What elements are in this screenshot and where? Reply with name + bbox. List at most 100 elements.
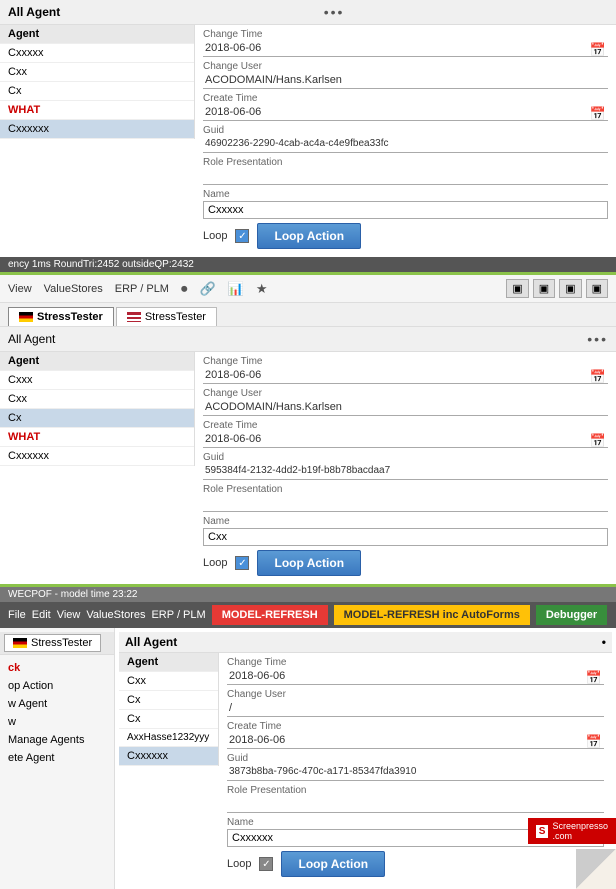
model-refresh-button[interactable]: MODEL-REFRESH [212, 605, 328, 625]
section2-all-agent-header: All Agent ••• [0, 327, 616, 352]
link-icon[interactable]: 🔗 [199, 281, 215, 297]
toolbar-right-icons: ▣ ▣ ▣ ▣ [506, 279, 608, 298]
section3-content: StressTester ck op Action w Agent w Mana… [0, 628, 616, 889]
debugger-button[interactable]: Debugger [536, 605, 607, 625]
excel-icon[interactable]: 📊 [228, 281, 244, 297]
table-row[interactable]: Cx [0, 409, 194, 428]
change-user-field: Change User / [227, 689, 604, 717]
menu-edit[interactable]: Edit [32, 609, 51, 621]
loop-checkbox[interactable]: ✓ [235, 229, 249, 243]
toolbar-icon-btn-1[interactable]: ▣ [506, 279, 528, 298]
table-row[interactable]: Cxx [0, 63, 194, 82]
flag-de-icon [19, 312, 33, 322]
change-time-field: Change Time 2018-06-06 📅 [227, 657, 604, 685]
section3-status-bar: WECPOF - model time 23:22 [0, 587, 616, 602]
table-row[interactable]: Cxxxxx [0, 44, 194, 63]
menu-file[interactable]: File [8, 609, 26, 621]
table-row[interactable]: Cxxxxxx [0, 447, 194, 466]
toolbar-icon-btn-4[interactable]: ▣ [586, 279, 608, 298]
section3-tab[interactable]: StressTester [4, 634, 101, 652]
sidebar-item-delete-agent[interactable]: ete Agent [0, 749, 114, 767]
section3-toolbar: File Edit View ValueStores ERP / PLM MOD… [0, 602, 616, 628]
guid-field: Guid 3873b8ba-796c-470c-a171-85347fda391… [227, 753, 604, 781]
section3-sidebar: StressTester ck op Action w Agent w Mana… [0, 628, 115, 889]
table-row[interactable]: WHAT [0, 101, 194, 120]
sidebar-item-ck[interactable]: ck [0, 659, 114, 677]
flag-de-icon [13, 638, 27, 648]
screenpresso-logo: S [536, 825, 549, 838]
toolbar-valuestores[interactable]: ValueStores [44, 283, 103, 295]
loop-action-button[interactable]: Loop Action [281, 851, 385, 877]
loop-row: Loop ✓ Loop Action [203, 223, 608, 249]
create-time-field: Create Time 2018-06-06 📅 [227, 721, 604, 749]
refresh-icon[interactable]: ⏺ [181, 281, 188, 297]
loop-action-button[interactable]: Loop Action [257, 223, 361, 249]
toolbar-erp-plm[interactable]: ERP / PLM [115, 283, 169, 295]
calendar-icon[interactable]: 📅 [590, 433, 606, 449]
section2-toolbar: View ValueStores ERP / PLM ⏺ 🔗 📊 ★ ▣ ▣ ▣… [0, 275, 616, 303]
loop-action-button[interactable]: Loop Action [257, 550, 361, 576]
flag-us-icon [127, 312, 141, 322]
page-curl [576, 849, 616, 889]
table-row[interactable]: Cxx [119, 672, 218, 691]
star-icon[interactable]: ★ [256, 281, 268, 297]
sidebar-item-new-agent[interactable]: w Agent [0, 695, 114, 713]
section1-header: All Agent ••• [0, 0, 616, 25]
table-row[interactable]: AxxHasse1232yyy [119, 729, 218, 747]
menu-view[interactable]: View [57, 609, 81, 621]
tab-stresstester-1[interactable]: StressTester [8, 307, 114, 326]
create-time-field: Create Time 2018-06-06 📅 [203, 420, 608, 448]
table-row[interactable]: WHAT [0, 428, 194, 447]
calendar-icon[interactable]: 📅 [590, 369, 606, 385]
sidebar-item-loop-action[interactable]: op Action [0, 677, 114, 695]
table-row[interactable]: Cx [0, 82, 194, 101]
role-presentation-field: Role Presentation [203, 484, 608, 512]
toolbar-icon-btn-2[interactable]: ▣ [533, 279, 555, 298]
guid-field: Guid 46902236-2290-4cab-ac4a-c4e9fbea33f… [203, 125, 608, 153]
sidebar-item-w[interactable]: w [0, 713, 114, 731]
table-row[interactable]: Cxxxxxx [119, 747, 218, 766]
section2-agent-col-header: Agent [0, 352, 194, 371]
section2-agent-table: Agent Cxxx Cxx Cx WHAT Cxxxxxx [0, 352, 195, 466]
section1-agent-table: Agent Cxxxxx Cxx Cx WHAT Cxxxxxx [0, 25, 195, 139]
section2-tabs: StressTester StressTester [0, 303, 616, 327]
change-user-field: Change User ACODOMAIN/Hans.Karlsen [203, 61, 608, 89]
section2-inner: All Agent ••• Agent Cxxx Cxx Cx WHAT Cxx… [0, 327, 616, 584]
menu-valuestores[interactable]: ValueStores [86, 609, 145, 621]
screenpresso-badge: S Screenpresso.com [528, 818, 616, 844]
screenpresso-text: Screenpresso.com [552, 821, 608, 841]
change-time-field: Change Time 2018-06-06 📅 [203, 29, 608, 57]
section3-dots[interactable]: • [602, 635, 606, 649]
loop-row: Loop ✓ Loop Action [227, 851, 604, 877]
table-row[interactable]: Cxx [0, 390, 194, 409]
model-refresh-auto-button[interactable]: MODEL-REFRESH inc AutoForms [334, 605, 530, 625]
section2-panel: View ValueStores ERP / PLM ⏺ 🔗 📊 ★ ▣ ▣ ▣… [0, 275, 616, 587]
toolbar-view[interactable]: View [8, 283, 32, 295]
role-presentation-field: Role Presentation [203, 157, 608, 185]
guid-field: Guid 595384f4-2132-4dd2-b19f-b8b78bacdaa… [203, 452, 608, 480]
table-row[interactable]: Cx [119, 691, 218, 710]
section3-tab-bar: StressTester [0, 632, 114, 655]
sidebar-item-manage-agents[interactable]: Manage Agents [0, 731, 114, 749]
table-row[interactable]: Cxxx [0, 371, 194, 390]
calendar-icon[interactable]: 📅 [586, 670, 602, 686]
toolbar-icon-btn-3[interactable]: ▣ [559, 279, 581, 298]
section3-form: Change Time 2018-06-06 📅 Change User / C… [219, 653, 612, 885]
table-row[interactable]: Cxxxxxx [0, 120, 194, 139]
create-time-field: Create Time 2018-06-06 📅 [203, 93, 608, 121]
section1-title: All Agent [8, 5, 60, 19]
section3-main: All Agent • Agent Cxx Cx Cx AxxHasse1232… [115, 628, 616, 889]
section2-content: All Agent ••• Agent Cxxx Cxx Cx WHAT Cxx… [0, 327, 616, 584]
section3-agent-table: Agent Cxx Cx Cx AxxHasse1232yyy Cxxxxxx [119, 653, 219, 766]
calendar-icon[interactable]: 📅 [586, 734, 602, 750]
section1-body: Agent Cxxxxx Cxx Cx WHAT Cxxxxxx Change … [0, 25, 616, 257]
loop-checkbox[interactable]: ✓ [235, 556, 249, 570]
menu-erp-plm[interactable]: ERP / PLM [151, 609, 205, 621]
section1-form: Change Time 2018-06-06 📅 Change User ACO… [195, 25, 616, 257]
calendar-icon[interactable]: 📅 [590, 106, 606, 122]
calendar-icon[interactable]: 📅 [590, 42, 606, 58]
table-row[interactable]: Cx [119, 710, 218, 729]
tab-stresstester-2[interactable]: StressTester [116, 307, 217, 326]
loop-checkbox[interactable]: ✓ [259, 857, 273, 871]
section1-dots-menu[interactable]: ••• [324, 4, 345, 20]
